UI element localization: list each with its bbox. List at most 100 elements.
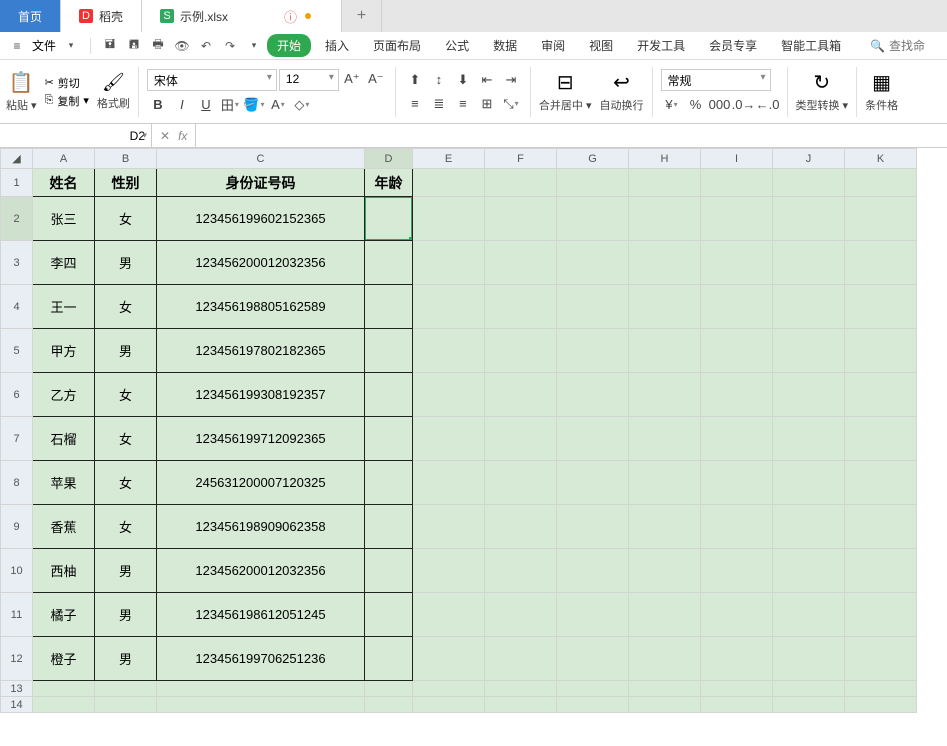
cell-K8[interactable] — [845, 461, 917, 505]
number-format-select[interactable]: 常规 — [661, 69, 771, 91]
col-header-A[interactable]: A — [33, 149, 95, 169]
cell-D7[interactable] — [365, 417, 413, 461]
cell-I8[interactable] — [701, 461, 773, 505]
percent-icon[interactable]: % — [685, 95, 707, 115]
select-all-corner[interactable]: ◢ — [1, 149, 33, 169]
font-size-select[interactable]: 12 — [279, 69, 339, 91]
cell-J6[interactable] — [773, 373, 845, 417]
cell-A4[interactable]: 王一 — [33, 285, 95, 329]
cell-C9[interactable]: 123456198909062358 — [157, 505, 365, 549]
cell-J12[interactable] — [773, 637, 845, 681]
cell-J4[interactable] — [773, 285, 845, 329]
cell-I10[interactable] — [701, 549, 773, 593]
tab-member[interactable]: 会员专享 — [699, 33, 767, 58]
tab-workbook[interactable]: S 示例.xlsx ⓘ — [142, 0, 342, 32]
cell-G13[interactable] — [557, 681, 629, 697]
cell-D8[interactable] — [365, 461, 413, 505]
cell-E7[interactable] — [413, 417, 485, 461]
cell-F1[interactable] — [485, 169, 557, 197]
spreadsheet-grid[interactable]: ◢ABCDEFGHIJK1姓名性别身份证号码年龄2张三女123456199602… — [0, 148, 947, 713]
paste-button[interactable]: 📋 粘贴 ▾ — [6, 70, 37, 113]
cell-D6[interactable] — [365, 373, 413, 417]
cell-G5[interactable] — [557, 329, 629, 373]
cell-H2[interactable] — [629, 197, 701, 241]
cell-G3[interactable] — [557, 241, 629, 285]
col-header-D[interactable]: D — [365, 149, 413, 169]
file-dropdown-icon[interactable]: ▾ — [62, 37, 80, 55]
cell-B6[interactable]: 女 — [95, 373, 157, 417]
undo-icon[interactable]: ↶ — [197, 37, 215, 55]
type-convert-button[interactable]: ↻ 类型转换 ▾ — [796, 70, 849, 113]
col-header-F[interactable]: F — [485, 149, 557, 169]
cell-K10[interactable] — [845, 549, 917, 593]
cell-E1[interactable] — [413, 169, 485, 197]
cell-D2[interactable] — [365, 197, 413, 241]
new-tab-button[interactable]: + — [342, 0, 382, 32]
cell-I5[interactable] — [701, 329, 773, 373]
cell-G14[interactable] — [557, 697, 629, 713]
merge-center-button[interactable]: ⊟ 合并居中 ▾ — [539, 70, 592, 113]
file-menu[interactable]: 文件 — [32, 37, 56, 54]
cell-K4[interactable] — [845, 285, 917, 329]
border-button[interactable]: 田 — [219, 95, 241, 115]
cell-D9[interactable] — [365, 505, 413, 549]
cell-J9[interactable] — [773, 505, 845, 549]
cell-E9[interactable] — [413, 505, 485, 549]
cell-C7[interactable]: 123456199712092365 — [157, 417, 365, 461]
cell-E3[interactable] — [413, 241, 485, 285]
cell-J13[interactable] — [773, 681, 845, 697]
cell-K1[interactable] — [845, 169, 917, 197]
cell-D5[interactable] — [365, 329, 413, 373]
cell-C4[interactable]: 123456198805162589 — [157, 285, 365, 329]
cell-A11[interactable]: 橘子 — [33, 593, 95, 637]
cell-H10[interactable] — [629, 549, 701, 593]
command-search[interactable]: 🔍 — [870, 39, 939, 53]
row-header-3[interactable]: 3 — [1, 241, 33, 285]
cell-H13[interactable] — [629, 681, 701, 697]
cell-I12[interactable] — [701, 637, 773, 681]
cell-H5[interactable] — [629, 329, 701, 373]
cell-C13[interactable] — [157, 681, 365, 697]
cell-A14[interactable] — [33, 697, 95, 713]
col-header-K[interactable]: K — [845, 149, 917, 169]
cell-H11[interactable] — [629, 593, 701, 637]
cell-I2[interactable] — [701, 197, 773, 241]
cell-B13[interactable] — [95, 681, 157, 697]
cell-F5[interactable] — [485, 329, 557, 373]
cell-D4[interactable] — [365, 285, 413, 329]
cell-F14[interactable] — [485, 697, 557, 713]
cell-E6[interactable] — [413, 373, 485, 417]
cell-A12[interactable]: 橙子 — [33, 637, 95, 681]
cell-E12[interactable] — [413, 637, 485, 681]
tab-review[interactable]: 审阅 — [531, 33, 575, 58]
cell-G10[interactable] — [557, 549, 629, 593]
col-header-B[interactable]: B — [95, 149, 157, 169]
bold-button[interactable]: B — [147, 95, 169, 115]
effects-button[interactable]: ◇ — [291, 95, 313, 115]
row-header-7[interactable]: 7 — [1, 417, 33, 461]
cell-E5[interactable] — [413, 329, 485, 373]
cell-B3[interactable]: 男 — [95, 241, 157, 285]
cell-A10[interactable]: 西柚 — [33, 549, 95, 593]
cell-B14[interactable] — [95, 697, 157, 713]
cell-C6[interactable]: 123456199308192357 — [157, 373, 365, 417]
italic-button[interactable]: I — [171, 95, 193, 115]
cell-K13[interactable] — [845, 681, 917, 697]
cell-E13[interactable] — [413, 681, 485, 697]
font-select[interactable]: 宋体 — [147, 69, 277, 91]
cell-I9[interactable] — [701, 505, 773, 549]
cell-A7[interactable]: 石榴 — [33, 417, 95, 461]
cell-A2[interactable]: 张三 — [33, 197, 95, 241]
cell-E8[interactable] — [413, 461, 485, 505]
cell-A5[interactable]: 甲方 — [33, 329, 95, 373]
print-preview-icon[interactable]: 👁 — [173, 37, 191, 55]
cell-B5[interactable]: 男 — [95, 329, 157, 373]
col-header-H[interactable]: H — [629, 149, 701, 169]
cell-J2[interactable] — [773, 197, 845, 241]
row-header-4[interactable]: 4 — [1, 285, 33, 329]
row-header-9[interactable]: 9 — [1, 505, 33, 549]
align-left-icon[interactable]: ≡ — [404, 94, 426, 114]
cell-B7[interactable]: 女 — [95, 417, 157, 461]
fx-icon[interactable]: fx — [178, 129, 187, 143]
cell-I13[interactable] — [701, 681, 773, 697]
